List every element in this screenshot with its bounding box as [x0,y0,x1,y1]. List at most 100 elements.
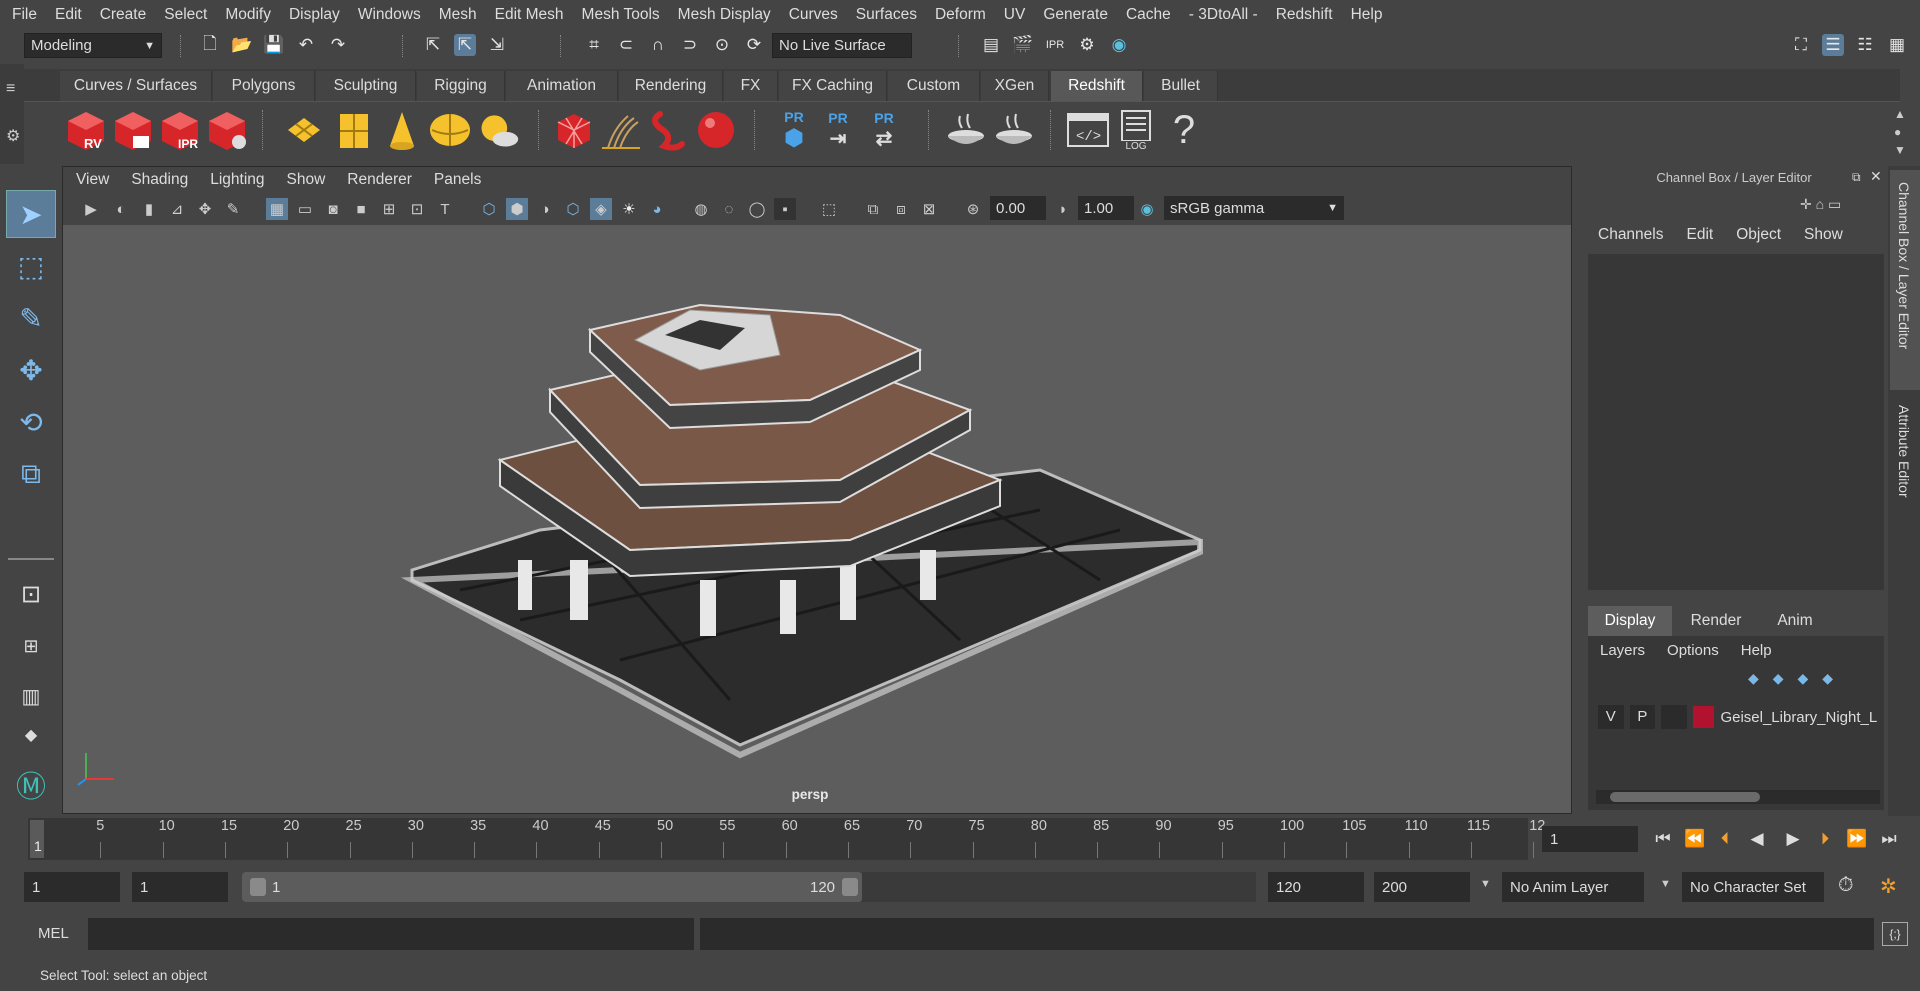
menu-edit[interactable]: Edit [46,6,91,24]
film-gate-icon[interactable]: ▭ [294,198,316,220]
anim-layer-dropdown[interactable]: No Anim Layer [1502,872,1644,902]
pr-cube-icon[interactable]: PR ⬢ [772,106,816,154]
xray-icon[interactable]: ⧉ [862,198,884,220]
range-slider[interactable] [242,872,862,902]
float-panel-icon[interactable]: ⧉ [1852,170,1861,185]
bookmark-icon[interactable]: ▮ [138,198,160,220]
layer-name[interactable]: Geisel_Library_Night_L [1720,709,1878,726]
exposure-icon[interactable]: ⊛ [962,198,984,220]
rs-sphere-icon[interactable] [694,106,738,154]
move-tool-icon[interactable]: ✥ [6,346,56,394]
isolate-select-icon[interactable]: ⬚ [818,198,840,220]
snap-surface-icon[interactable]: ⊙ [711,34,733,56]
playback-end-field[interactable]: 120 [1268,872,1364,902]
menu-create[interactable]: Create [91,6,156,24]
snap-point-icon[interactable]: ∩ [647,34,669,56]
rotate-tool-icon[interactable]: ⟲ [6,398,56,446]
default-material-icon[interactable]: ◑ [534,198,556,220]
layer-visibility-toggle[interactable]: V [1598,705,1624,729]
gate-mask-icon[interactable]: ■ [350,198,372,220]
rs-script-editor-icon[interactable]: </> [1066,106,1110,154]
range-slider-track[interactable] [862,872,1256,902]
rs-material-bowl-icon[interactable] [944,106,988,154]
new-scene-icon[interactable]: 🗋 [199,34,221,56]
step-back-key-icon[interactable]: ⏴ [1712,826,1738,852]
menu-generate[interactable]: Generate [1034,6,1117,24]
playback-start-field[interactable]: 1 [132,872,228,902]
rs-proxy-icon[interactable] [552,106,596,154]
snap-vertex-icon[interactable]: ⟳ [743,34,765,56]
lasso-tool-icon[interactable]: ⬚ [6,242,56,290]
step-forward-icon[interactable]: ⏩ [1844,826,1870,852]
shelf-menu-icon[interactable]: ≡ [6,80,15,98]
wireframe-on-shaded-icon[interactable]: ⬡ [562,198,584,220]
layer-menu-options[interactable]: Options [1667,642,1719,659]
scale-tool-icon[interactable]: ⧉ [6,450,56,498]
ambient-occlusion-icon[interactable]: ◍ [690,198,712,220]
gamma-field[interactable]: 1.00 [1078,196,1134,220]
layer-action-icons[interactable]: ◆◆◆◆ [1748,670,1847,687]
current-frame-field[interactable]: 1 [1542,826,1638,852]
layer-tab-render[interactable]: Render [1674,606,1758,636]
menu-curves[interactable]: Curves [780,6,847,24]
viewport-menu-shading[interactable]: Shading [120,171,199,189]
attribute-editor-toggle-icon[interactable]: ☰ [1822,34,1844,56]
help-icon[interactable]: ? [1162,106,1206,154]
range-end-handle[interactable] [842,878,858,896]
rs-hair-icon[interactable] [598,106,642,154]
menu-help[interactable]: Help [1342,6,1392,24]
render-settings-icon[interactable]: ⚙ [1076,34,1098,56]
side-tab-channel-box[interactable]: Channel Box / Layer Editor [1896,182,1912,349]
image-plane-icon[interactable]: ⊿ [166,198,188,220]
redshift-ipr-icon[interactable]: IPR [158,106,202,154]
shelf-tab-fx[interactable]: FX [724,71,778,101]
shelf-tab-fx-caching[interactable]: FX Caching [779,71,887,101]
close-icon[interactable]: ✕ [1870,168,1882,185]
rs-curve-icon[interactable] [646,106,690,154]
layer-menu-layers[interactable]: Layers [1600,642,1645,659]
viewport-menu-lighting[interactable]: Lighting [199,171,275,189]
layout-options-icon[interactable]: ◆ [6,720,56,750]
render-view-icon[interactable]: ▤ [980,34,1002,56]
gamma-icon[interactable]: ◗ [1052,198,1074,220]
shadows-icon[interactable]: ◕ [646,198,668,220]
shelf-scroll-icon[interactable]: ▲ ● ▼ [1894,105,1906,159]
menu-uv[interactable]: UV [995,6,1035,24]
shelf-tab-animation[interactable]: Animation [506,71,618,101]
workspace-icon[interactable]: ⛶ [1790,34,1812,56]
channel-list[interactable] [1588,254,1884,590]
ipr-render-icon[interactable]: IPR [1044,34,1066,56]
exposure-field[interactable]: 0.00 [990,196,1046,220]
menu-display[interactable]: Display [280,6,349,24]
channel-box-tool-icons[interactable]: ✛ ⌂ ▭ [1800,196,1880,220]
snap-view-icon[interactable]: ⊃ [679,34,701,56]
script-editor-icon[interactable]: {;} [1882,922,1908,946]
layer-row[interactable]: V P Geisel_Library_Night_L [1598,704,1878,730]
rs-log-icon[interactable]: LOG [1114,106,1158,154]
pr-sync-icon[interactable]: PR ⇄ [862,106,906,154]
range-start-handle[interactable] [250,878,266,896]
cb-menu-channels[interactable]: Channels [1598,226,1664,250]
save-scene-icon[interactable]: 💾 [263,34,285,56]
menu-mesh[interactable]: Mesh [430,6,486,24]
cb-menu-show[interactable]: Show [1804,226,1843,250]
live-surface-field[interactable]: No Live Surface [772,33,912,58]
menu-edit-mesh[interactable]: Edit Mesh [486,6,573,24]
single-perspective-layout-icon[interactable]: ⊡ [6,570,56,618]
menu-redshift[interactable]: Redshift [1267,6,1342,24]
four-view-layout-icon[interactable]: ⊞ [6,622,56,670]
shelf-tab-polygons[interactable]: Polygons [213,71,315,101]
shelf-tab-custom[interactable]: Custom [888,71,980,101]
shelf-tab-sculpting[interactable]: Sculpting [316,71,416,101]
pr-export-icon[interactable]: PR ⇥ [816,106,860,154]
grease-pencil-icon[interactable]: ✎ [222,198,244,220]
open-scene-icon[interactable]: 📂 [231,34,253,56]
go-to-end-icon[interactable]: ⏭ [1876,826,1902,852]
step-back-icon[interactable]: ⏪ [1682,826,1708,852]
menu-mesh-display[interactable]: Mesh Display [669,6,780,24]
menu-file[interactable]: File [0,6,46,24]
shelf-tab-bullet[interactable]: Bullet [1144,71,1218,101]
wireframe-icon[interactable]: ⬡ [478,198,500,220]
shelf-tab-curves-surfaces[interactable]: Curves / Surfaces [60,71,212,101]
grid-icon[interactable]: ▦ [266,198,288,220]
